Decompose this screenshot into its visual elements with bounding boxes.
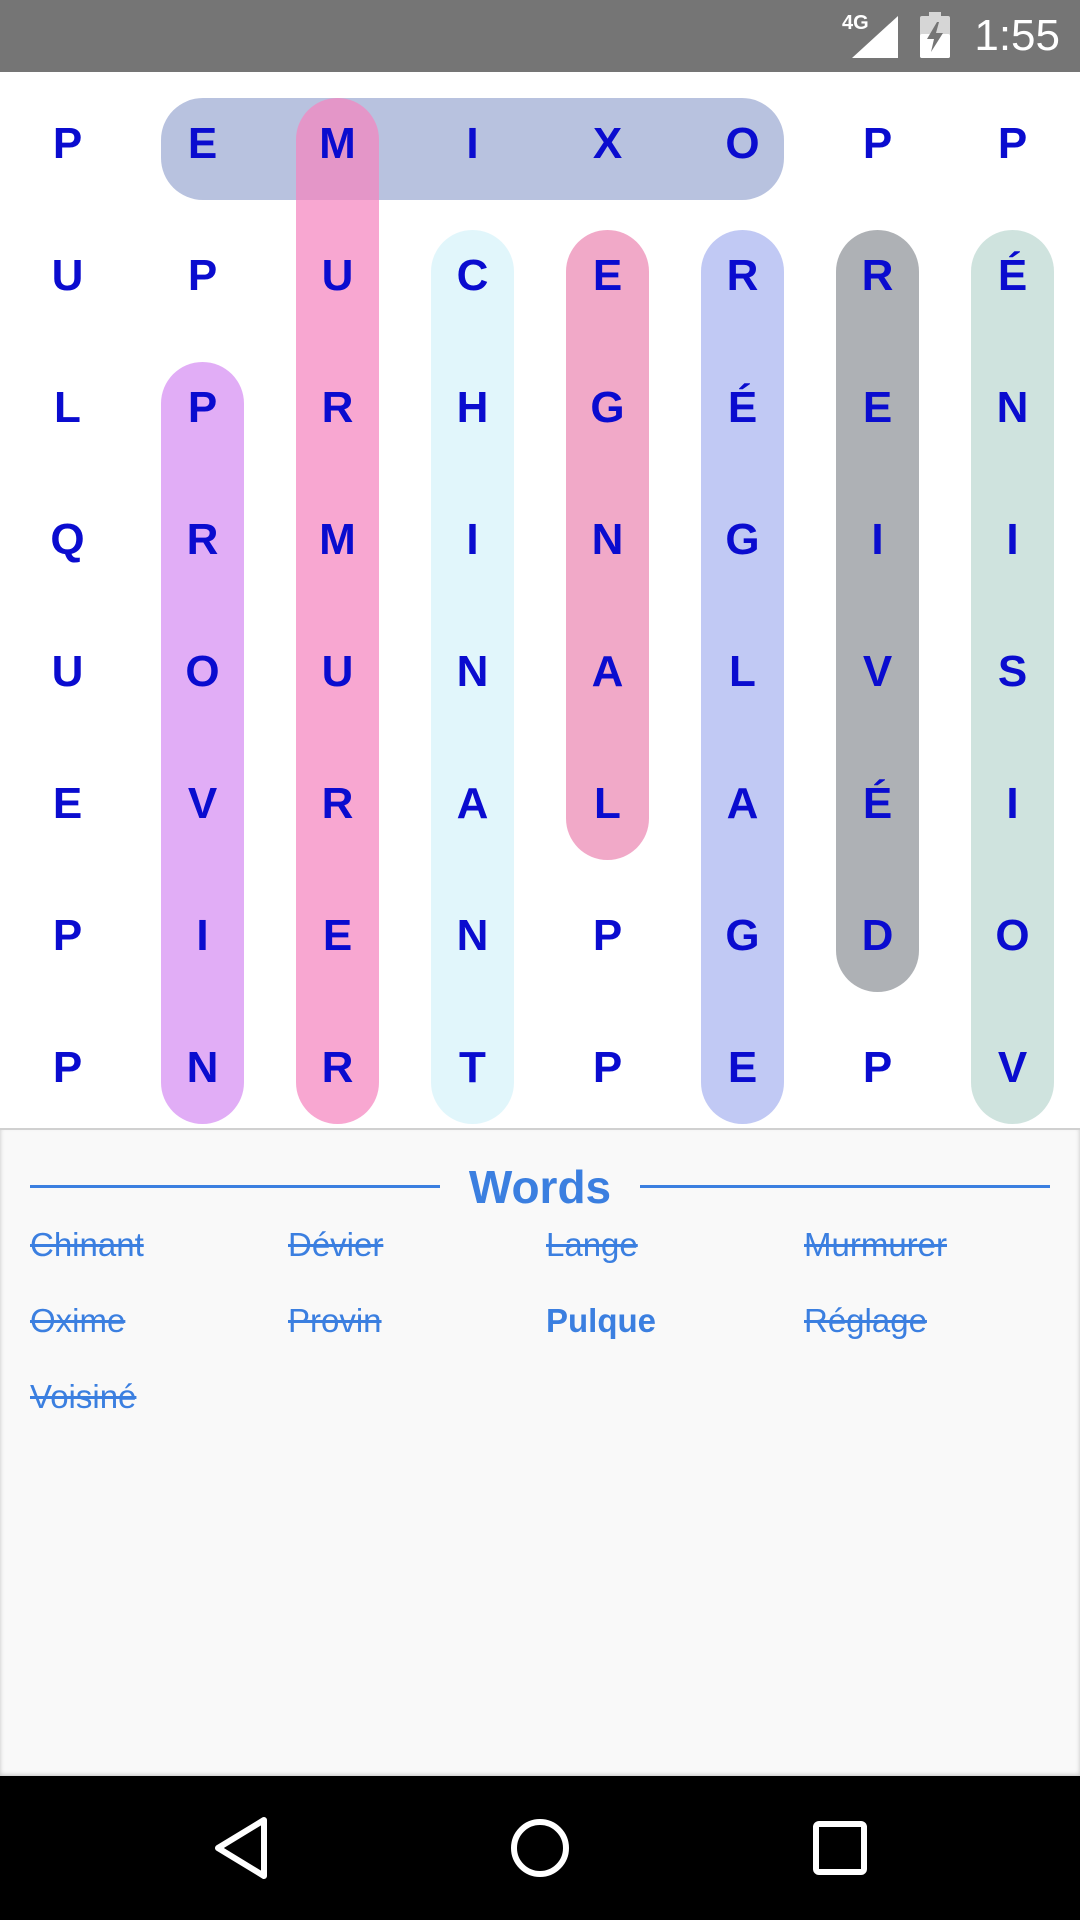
grid-letter[interactable]: E: [0, 738, 135, 870]
letter-grid[interactable]: PEMIXOPPUPUCERRÉLPRHGÉENQRMINGIIUOUNALVS…: [0, 72, 1080, 1128]
grid-letter[interactable]: M: [270, 78, 405, 210]
grid-letter[interactable]: O: [135, 606, 270, 738]
grid-letter[interactable]: P: [135, 342, 270, 474]
grid-letter[interactable]: É: [675, 342, 810, 474]
grid-letter[interactable]: P: [945, 78, 1080, 210]
grid-letter[interactable]: R: [270, 1002, 405, 1134]
word-list-item: Murmurer: [804, 1226, 948, 1263]
grid-letter[interactable]: E: [540, 210, 675, 342]
grid-letter[interactable]: P: [540, 870, 675, 1002]
grid-letter[interactable]: S: [945, 606, 1080, 738]
words-panel: Words Chinant Dévier Lange Murmurer Oxime Pro…: [0, 1128, 1080, 1778]
grid-letter[interactable]: H: [405, 342, 540, 474]
grid-letter[interactable]: A: [405, 738, 540, 870]
grid-letter[interactable]: L: [540, 738, 675, 870]
grid-letter[interactable]: N: [405, 870, 540, 1002]
grid-letter[interactable]: V: [135, 738, 270, 870]
clock: 1:55: [974, 11, 1060, 60]
words-title: Words: [468, 1161, 612, 1213]
grid-letter[interactable]: N: [540, 474, 675, 606]
grid-letter[interactable]: É: [945, 210, 1080, 342]
grid-letter[interactable]: N: [135, 1002, 270, 1134]
grid-letter[interactable]: R: [270, 738, 405, 870]
word-list-item: Lange: [546, 1226, 638, 1263]
word-list-item: Chinant: [30, 1226, 144, 1263]
navigation-bar: [0, 1776, 1080, 1920]
grid-letter[interactable]: A: [675, 738, 810, 870]
grid-letter[interactable]: R: [135, 474, 270, 606]
grid-letter[interactable]: L: [675, 606, 810, 738]
word-list-item: Oxime: [30, 1302, 126, 1339]
grid-letter[interactable]: P: [810, 78, 945, 210]
grid-letter[interactable]: X: [540, 78, 675, 210]
grid-letter[interactable]: G: [675, 474, 810, 606]
grid-letter[interactable]: P: [0, 78, 135, 210]
grid-letter[interactable]: R: [810, 210, 945, 342]
grid-letter[interactable]: I: [810, 474, 945, 606]
grid-letter[interactable]: U: [0, 210, 135, 342]
status-bar: 4G 1:55: [0, 0, 1080, 72]
word-list-item: Voisiné: [30, 1378, 137, 1415]
grid-letter[interactable]: E: [810, 342, 945, 474]
grid-letter[interactable]: D: [810, 870, 945, 1002]
grid-letter[interactable]: V: [810, 606, 945, 738]
grid-letter[interactable]: P: [540, 1002, 675, 1134]
grid-letter[interactable]: A: [540, 606, 675, 738]
grid-letter[interactable]: Q: [0, 474, 135, 606]
grid-letter[interactable]: T: [405, 1002, 540, 1134]
grid-letter[interactable]: U: [270, 210, 405, 342]
grid-letter[interactable]: N: [945, 342, 1080, 474]
back-icon[interactable]: [202, 1808, 282, 1888]
grid-letter[interactable]: P: [0, 1002, 135, 1134]
grid-letter[interactable]: É: [810, 738, 945, 870]
grid-letter[interactable]: U: [0, 606, 135, 738]
word-list-item: Réglage: [804, 1302, 927, 1339]
grid-letter[interactable]: C: [405, 210, 540, 342]
grid-letter[interactable]: U: [270, 606, 405, 738]
grid-letter[interactable]: N: [405, 606, 540, 738]
grid-letter[interactable]: E: [270, 870, 405, 1002]
grid-letter[interactable]: E: [675, 1002, 810, 1134]
grid-letter[interactable]: O: [675, 78, 810, 210]
grid-letter[interactable]: R: [675, 210, 810, 342]
home-icon[interactable]: [500, 1808, 580, 1888]
grid-letter[interactable]: G: [675, 870, 810, 1002]
grid-letter[interactable]: P: [810, 1002, 945, 1134]
grid-letter[interactable]: G: [540, 342, 675, 474]
grid-letter[interactable]: L: [0, 342, 135, 474]
grid-letter[interactable]: I: [405, 78, 540, 210]
grid-letter[interactable]: I: [945, 738, 1080, 870]
grid-letter[interactable]: I: [945, 474, 1080, 606]
recents-icon[interactable]: [800, 1808, 880, 1888]
word-list-item: Dévier: [288, 1226, 384, 1263]
battery-charging-icon: [920, 12, 950, 63]
grid-letter[interactable]: E: [135, 78, 270, 210]
grid-letter[interactable]: R: [270, 342, 405, 474]
signal-icon: 4G: [842, 12, 900, 60]
grid-letter[interactable]: I: [135, 870, 270, 1002]
grid-letter[interactable]: I: [405, 474, 540, 606]
grid-letter[interactable]: V: [945, 1002, 1080, 1134]
grid-letter[interactable]: P: [135, 210, 270, 342]
grid-letter[interactable]: M: [270, 474, 405, 606]
word-list-item: Provin: [288, 1302, 382, 1339]
grid-letter[interactable]: P: [0, 870, 135, 1002]
word-list-item: Pulque: [546, 1302, 657, 1339]
grid-letter[interactable]: O: [945, 870, 1080, 1002]
